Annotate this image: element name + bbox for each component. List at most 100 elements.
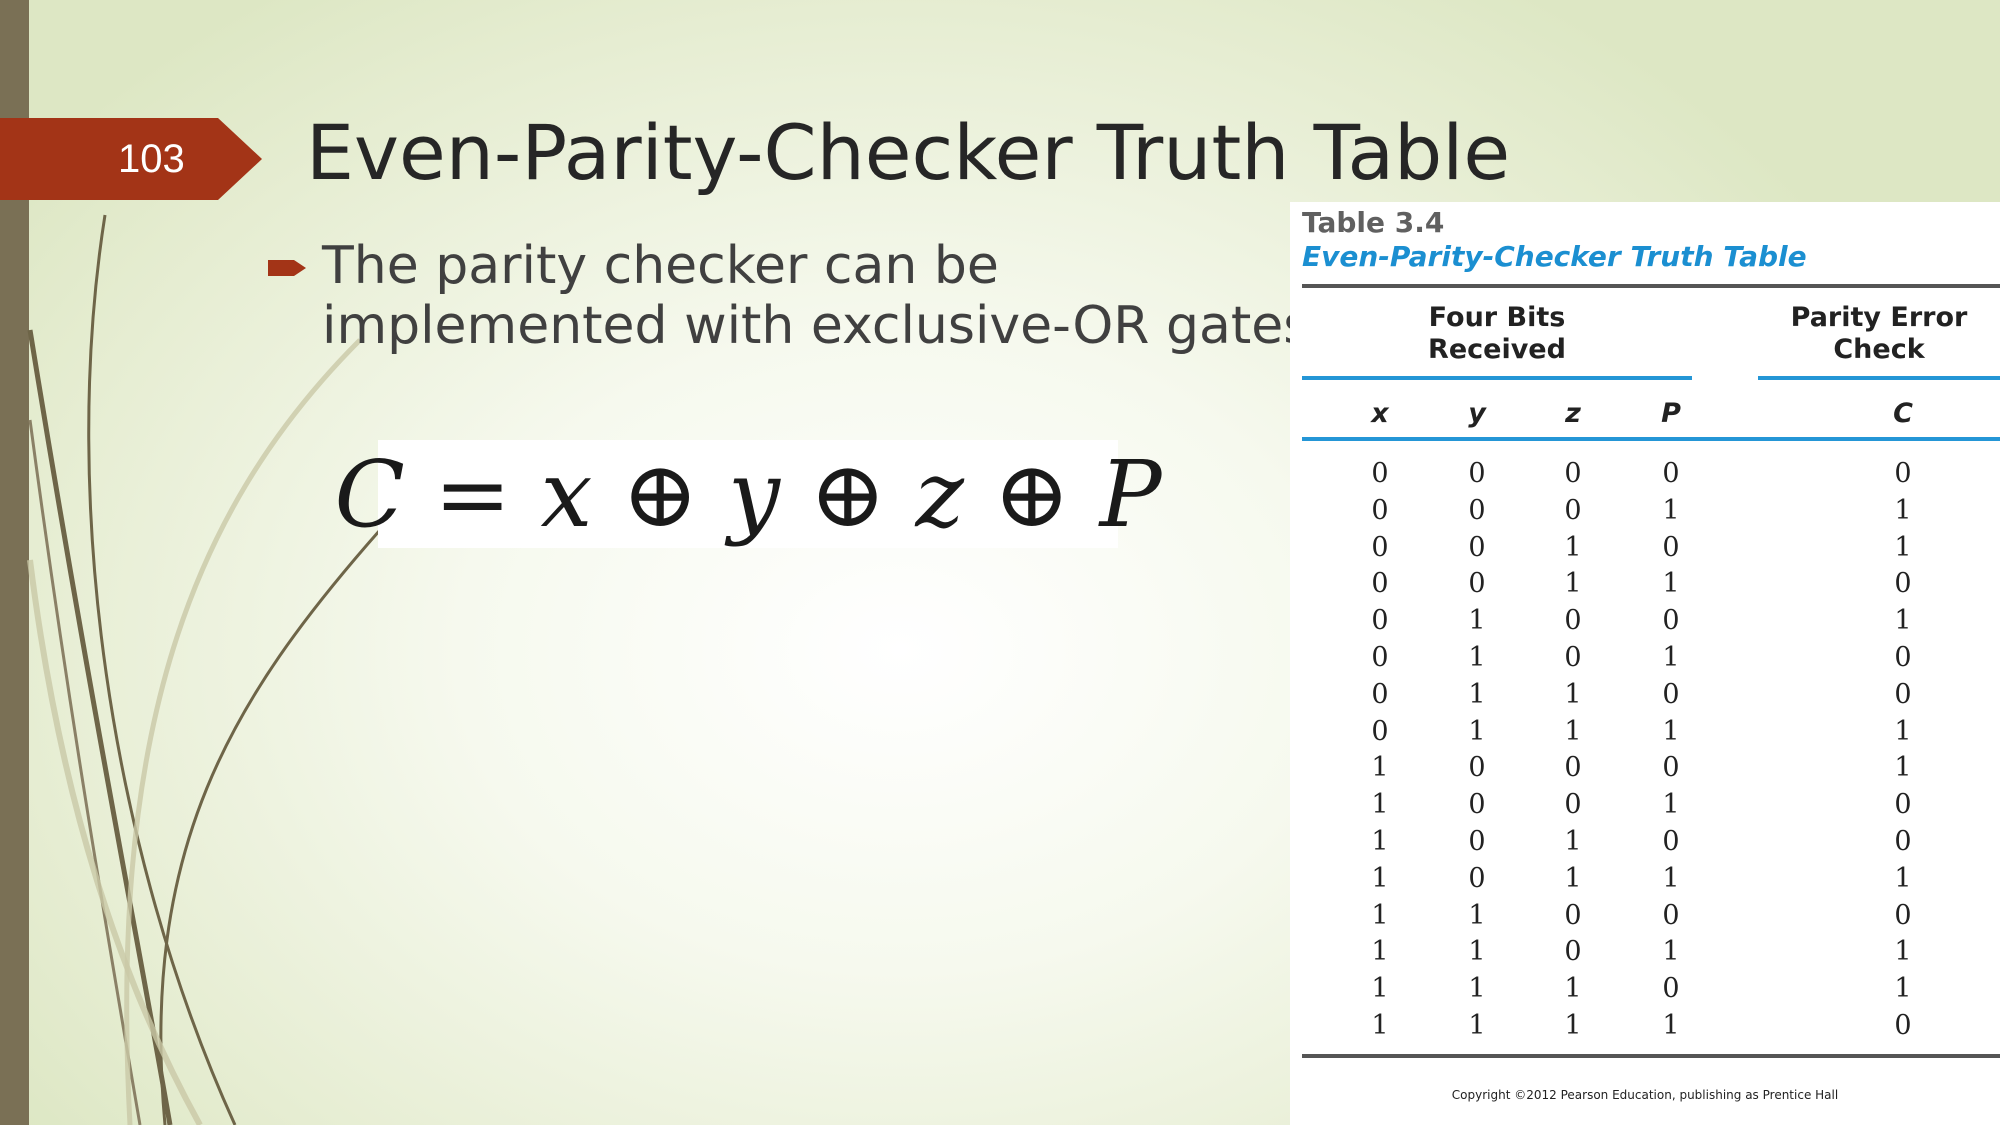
- cell-p: 0: [1662, 605, 1680, 637]
- cell-z: 0: [1564, 641, 1582, 673]
- cell-x: 1: [1371, 899, 1389, 931]
- table-row: 0 1 1 1 1: [1290, 714, 2000, 751]
- cell-z: 1: [1564, 1009, 1582, 1041]
- cell-y: 1: [1468, 899, 1486, 931]
- cell-c: 0: [1894, 641, 1912, 673]
- cell-z: 0: [1564, 605, 1582, 637]
- cell-x: 1: [1371, 789, 1389, 821]
- cell-x: 0: [1371, 605, 1389, 637]
- cell-p: 1: [1662, 1009, 1680, 1041]
- table-top-rule: [1302, 284, 2000, 288]
- cell-p: 0: [1662, 531, 1680, 563]
- table-row: 0 1 0 1 0: [1290, 640, 2000, 677]
- group-header-line-1: Parity Error: [1790, 302, 1968, 333]
- cell-p: 1: [1662, 715, 1680, 747]
- cell-p: 0: [1662, 752, 1680, 784]
- table-row: 0 0 0 0 0: [1290, 456, 2000, 493]
- cell-c: 0: [1894, 1009, 1912, 1041]
- cell-y: 1: [1468, 678, 1486, 710]
- table-body: 00000 00011 00101 00110 01001 01010 0110…: [1290, 456, 2000, 1045]
- cell-c: 1: [1894, 531, 1912, 563]
- copyright-notice: Copyright ©2012 Pearson Education, publi…: [1451, 1088, 1839, 1102]
- cell-x: 0: [1371, 678, 1389, 710]
- cell-x: 1: [1371, 1009, 1389, 1041]
- group-header-line-2: Received: [1428, 334, 1566, 365]
- cell-p: 1: [1662, 641, 1680, 673]
- column-header-x: x: [1371, 398, 1389, 429]
- bullet-line-2: implemented with exclusive-OR gates: [322, 296, 1311, 356]
- cell-y: 1: [1468, 605, 1486, 637]
- cell-y: 0: [1468, 568, 1486, 600]
- cell-x: 0: [1371, 494, 1389, 526]
- cell-x: 0: [1371, 458, 1389, 489]
- cell-y: 0: [1468, 531, 1486, 563]
- cell-c: 0: [1894, 458, 1912, 489]
- group-underline-right: [1758, 376, 2000, 380]
- cell-z: 1: [1564, 678, 1582, 710]
- cell-p: 0: [1662, 899, 1680, 931]
- column-header-underline: [1302, 437, 2000, 441]
- cell-c: 1: [1894, 936, 1912, 968]
- cell-c: 0: [1894, 568, 1912, 600]
- cell-c: 1: [1894, 715, 1912, 747]
- cell-x: 0: [1371, 641, 1389, 673]
- cell-c: 1: [1894, 862, 1912, 894]
- cell-c: 0: [1894, 789, 1912, 821]
- cell-y: 1: [1468, 641, 1486, 673]
- table-row: 1 0 0 0 1: [1290, 750, 2000, 787]
- cell-z: 1: [1564, 531, 1582, 563]
- cell-x: 0: [1371, 568, 1389, 600]
- cell-z: 1: [1564, 715, 1582, 747]
- cell-p: 1: [1662, 862, 1680, 894]
- table-row: 1 0 0 1 0: [1290, 787, 2000, 824]
- cell-c: 0: [1894, 825, 1912, 857]
- cell-p: 0: [1662, 678, 1680, 710]
- parity-formula: C = x ⊕ y ⊕ z ⊕ P: [334, 440, 1162, 548]
- slide-number: 103: [118, 137, 185, 181]
- cell-c: 0: [1894, 899, 1912, 931]
- table-row: 0 1 1 0 0: [1290, 677, 2000, 714]
- cell-y: 0: [1468, 752, 1486, 784]
- table-row: 0 0 1 1 0: [1290, 566, 2000, 603]
- cell-x: 1: [1371, 862, 1389, 894]
- cell-p: 0: [1662, 973, 1680, 1005]
- cell-y: 1: [1468, 1009, 1486, 1041]
- cell-z: 1: [1564, 825, 1582, 857]
- group-underline-left: [1302, 376, 1692, 380]
- column-header-z: z: [1565, 398, 1581, 429]
- table-row: 1 1 0 0 0: [1290, 898, 2000, 935]
- cell-c: 1: [1894, 494, 1912, 526]
- group-header-line-1: Four Bits: [1428, 302, 1566, 333]
- cell-p: 0: [1662, 458, 1680, 489]
- cell-x: 1: [1371, 936, 1389, 968]
- cell-p: 1: [1662, 789, 1680, 821]
- column-header-c: C: [1893, 398, 1913, 429]
- cell-z: 0: [1564, 458, 1582, 489]
- cell-y: 1: [1468, 936, 1486, 968]
- cell-z: 0: [1564, 936, 1582, 968]
- table-row: 0 0 1 0 1: [1290, 530, 2000, 567]
- cell-p: 1: [1662, 936, 1680, 968]
- table-row: 1 0 1 1 1: [1290, 861, 2000, 898]
- table-row: 1 1 1 0 1: [1290, 971, 2000, 1008]
- slide-title: Even-Parity-Checker Truth Table: [306, 108, 1511, 197]
- cell-p: 1: [1662, 568, 1680, 600]
- cell-y: 1: [1468, 715, 1486, 747]
- table-number: Table 3.4: [1302, 206, 1445, 239]
- cell-z: 1: [1564, 973, 1582, 1005]
- cell-z: 0: [1564, 789, 1582, 821]
- cell-z: 0: [1564, 899, 1582, 931]
- bullet-line-1: The parity checker can be: [322, 236, 999, 296]
- cell-x: 0: [1371, 531, 1389, 563]
- group-header-parity-check: Parity Error Check: [1758, 302, 2000, 366]
- cell-c: 0: [1894, 678, 1912, 710]
- cell-c: 1: [1894, 973, 1912, 1005]
- arrow-bullet-icon: [268, 260, 306, 276]
- cell-y: 0: [1468, 862, 1486, 894]
- cell-x: 1: [1371, 973, 1389, 1005]
- column-header-y: y: [1468, 398, 1486, 429]
- cell-z: 0: [1564, 494, 1582, 526]
- table-row: 1 1 0 1 1: [1290, 934, 2000, 971]
- column-header-p: P: [1661, 398, 1681, 429]
- table-row: 1 1 1 1 0: [1290, 1008, 2000, 1045]
